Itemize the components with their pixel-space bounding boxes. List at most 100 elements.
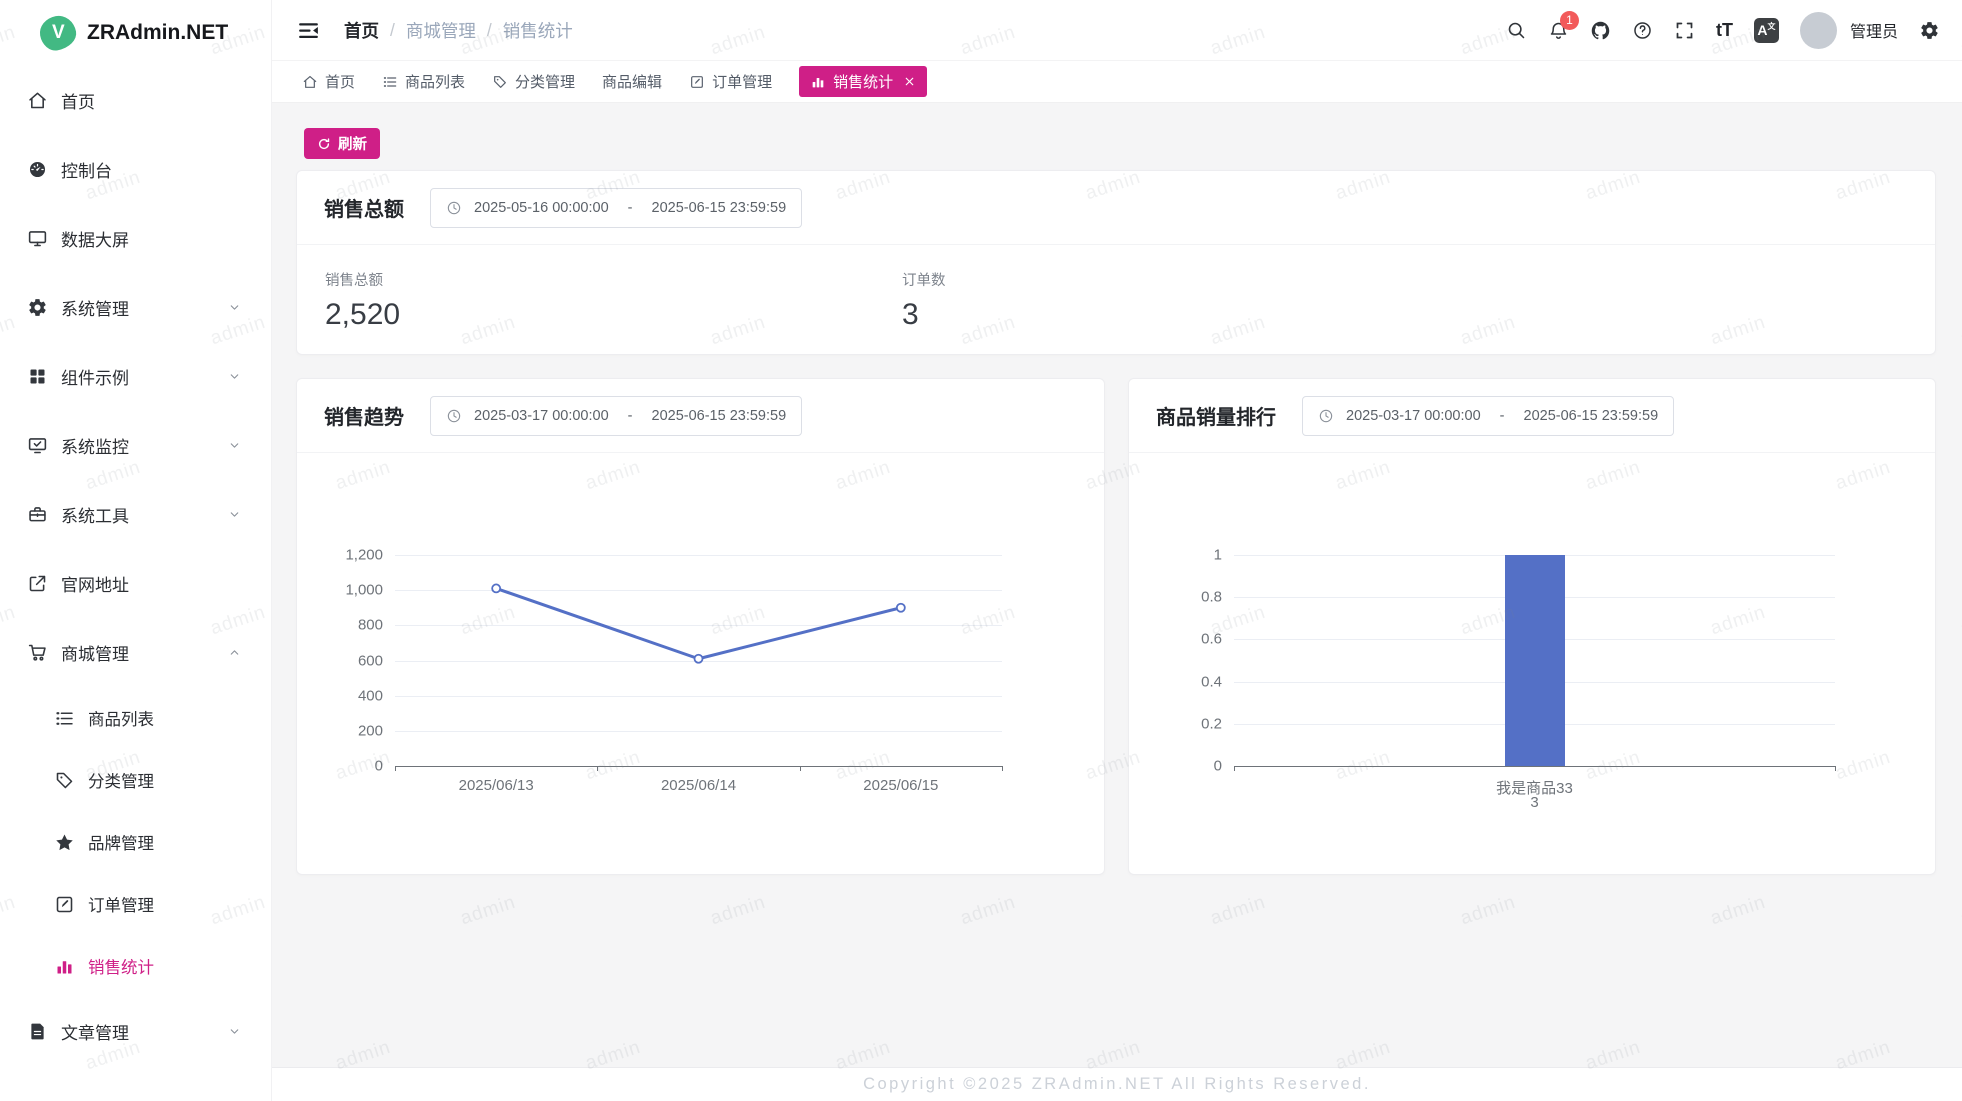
date-start: 2025-05-16 00:00:00: [474, 200, 609, 216]
article-icon: [27, 1021, 48, 1042]
breadcrumb-item[interactable]: 商城管理: [406, 18, 476, 43]
language-translate-icon[interactable]: A文: [1754, 18, 1779, 43]
sidebar-item-components[interactable]: 组件示例: [0, 342, 271, 411]
user-avatar[interactable]: [1800, 12, 1837, 49]
stat-label: 销售总额: [325, 269, 902, 290]
sidebar-item-chart[interactable]: 销售统计: [0, 935, 271, 997]
tab-home[interactable]: 首页: [302, 71, 355, 92]
sidebar-item-gear[interactable]: 系统管理: [0, 273, 271, 342]
date-end: 2025-06-15 23:59:59: [652, 200, 787, 216]
sidebar-item-label: 销售统计: [88, 954, 154, 978]
x-axis-tick-label: 3: [1530, 794, 1538, 811]
sidebar-item-tag[interactable]: 分类管理: [0, 749, 271, 811]
tab-chart[interactable]: 销售统计: [799, 66, 927, 97]
stat-value: 2,520: [325, 298, 902, 332]
x-axis-tick: [1835, 766, 1836, 771]
product-rank-bar-chart: 00.20.40.60.81我是商品333: [1129, 453, 1935, 874]
sidebar-item-monitor[interactable]: 系统监控: [0, 411, 271, 480]
summary-stats: 销售总额 2,520订单数3: [297, 245, 1935, 332]
tab-label: 订单管理: [712, 71, 772, 92]
user-name[interactable]: 管理员: [1850, 18, 1898, 42]
sidebar-item-label: 商城管理: [61, 640, 129, 665]
github-icon[interactable]: [1590, 20, 1611, 41]
date-range-picker[interactable]: 2025-05-16 00:00:00 - 2025-06-15 23:59:5…: [430, 188, 802, 228]
tab-label: 商品列表: [405, 71, 465, 92]
tab-label: 销售统计: [833, 71, 893, 92]
sidebar-collapse-icon[interactable]: [296, 18, 321, 43]
refresh-icon: [317, 137, 331, 151]
close-icon[interactable]: [903, 75, 916, 88]
gear-icon: [27, 297, 48, 318]
app-title: ZRAdmin.NET: [87, 21, 228, 45]
clock-icon: [1318, 408, 1334, 424]
app-logo[interactable]: V ZRAdmin.NET: [0, 0, 271, 66]
tab-item[interactable]: 商品编辑: [602, 71, 662, 92]
sidebar-item-label: 系统工具: [61, 502, 129, 527]
help-icon[interactable]: [1632, 20, 1653, 41]
chart-icon: [810, 74, 826, 90]
y-axis-tick-label: 0.8: [1150, 589, 1222, 606]
y-axis-tick-label: 0.4: [1150, 673, 1222, 690]
sidebar-item-cart[interactable]: 商城管理: [0, 618, 271, 687]
sidebar-item-home[interactable]: 首页: [0, 66, 271, 135]
chevron-down-icon: [228, 1025, 241, 1038]
date-range-picker[interactable]: 2025-03-17 00:00:00 - 2025-06-15 23:59:5…: [1302, 396, 1674, 436]
sidebar-item-label: 系统管理: [61, 295, 129, 320]
search-icon[interactable]: [1506, 20, 1527, 41]
tab-order[interactable]: 订单管理: [689, 71, 772, 92]
sidebar-item-dashboard[interactable]: 控制台: [0, 135, 271, 204]
chevron-down-icon: [228, 439, 241, 452]
logo-icon: V: [37, 13, 78, 53]
x-axis-tick-label: 2025/06/14: [661, 777, 736, 794]
settings-gear-icon[interactable]: [1919, 20, 1940, 41]
chart-icon: [54, 956, 75, 977]
fullscreen-icon[interactable]: [1674, 20, 1695, 41]
cart-icon: [27, 642, 48, 663]
notifications-bell-icon[interactable]: 1: [1548, 20, 1569, 41]
y-axis-tick-label: 1: [1150, 547, 1222, 564]
sales-trend-card: 销售趋势 2025-03-17 00:00:00 - 2025-06-15 23…: [296, 378, 1105, 875]
sales-trend-line-chart: 02004006008001,0001,2002025/06/132025/06…: [297, 453, 1104, 874]
chevron-down-icon: [228, 508, 241, 521]
card-title: 销售总额: [324, 193, 404, 222]
chevron-down-icon: [228, 370, 241, 383]
x-axis-line: [1234, 766, 1835, 767]
sales-total-card-header: 销售总额 2025-05-16 00:00:00 - 2025-06-15 23…: [297, 171, 1935, 245]
tabbar: 首页 商品列表 分类管理 商品编辑 订单管理 销售统计: [272, 61, 1962, 103]
tab-label: 分类管理: [515, 71, 575, 92]
home-icon: [27, 90, 48, 111]
trend-line-series: [297, 453, 1012, 776]
breadcrumb-item[interactable]: 首页: [344, 18, 379, 43]
sidebar-item-screen[interactable]: 数据大屏: [0, 204, 271, 273]
tab-list[interactable]: 商品列表: [382, 71, 465, 92]
content: 刷新 销售总额 2025-05-16 00:00:00 - 2025-06-15…: [272, 103, 1962, 1101]
sidebar-item-external-link[interactable]: 官网地址: [0, 549, 271, 618]
sidebar-item-star[interactable]: 品牌管理: [0, 811, 271, 873]
breadcrumb-item[interactable]: 销售统计: [503, 18, 573, 43]
sidebar-item-tools[interactable]: 系统工具: [0, 480, 271, 549]
components-icon: [27, 366, 48, 387]
sidebar-item-list[interactable]: 商品列表: [0, 687, 271, 749]
data-point: [695, 655, 703, 663]
sidebar-item-label: 组件示例: [61, 364, 129, 389]
list-icon: [54, 708, 75, 729]
data-point: [492, 584, 500, 592]
screen-icon: [27, 228, 48, 249]
date-start: 2025-03-17 00:00:00: [1346, 408, 1481, 424]
sidebar-item-label: 官网地址: [61, 571, 129, 596]
chevron-up-icon: [228, 646, 241, 659]
breadcrumb-separator: /: [390, 20, 395, 41]
external-link-icon: [27, 573, 48, 594]
stat-item: 订单数3: [902, 269, 1479, 332]
notification-badge: 1: [1560, 11, 1579, 30]
sidebar-item-article[interactable]: 文章管理: [0, 997, 271, 1066]
sidebar-item-order[interactable]: 订单管理: [0, 873, 271, 935]
tab-tag[interactable]: 分类管理: [492, 71, 575, 92]
breadcrumb-separator: /: [487, 20, 492, 41]
font-size-icon[interactable]: tT: [1716, 20, 1733, 41]
refresh-button[interactable]: 刷新: [304, 128, 380, 159]
date-range-picker[interactable]: 2025-03-17 00:00:00 - 2025-06-15 23:59:5…: [430, 396, 802, 436]
data-point: [897, 604, 905, 612]
sidebar-item-label: 首页: [61, 88, 95, 113]
y-axis-tick-label: 0: [1150, 758, 1222, 775]
